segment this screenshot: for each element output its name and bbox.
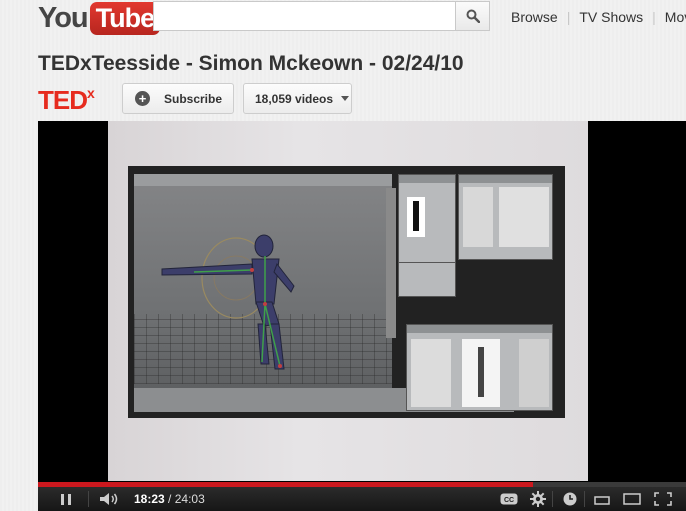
search-button[interactable] [455,1,490,31]
video-content-viewport [134,174,392,406]
channel-logo-sup: x [87,85,95,101]
volume-button[interactable] [96,487,122,511]
svg-text:CC: CC [504,497,514,504]
subscribe-button[interactable]: + Subscribe [122,83,234,114]
nav-movies[interactable]: Mov [665,9,686,25]
channel-logo[interactable]: TED x [38,85,95,115]
video-content-screen [128,166,565,418]
search-icon [466,9,480,23]
pause-icon [59,493,73,505]
content-panel [398,262,456,297]
plus-icon: + [135,91,150,106]
nav-tv-shows[interactable]: TV Shows [579,9,643,25]
duration: 24:03 [174,492,205,506]
search-input[interactable] [154,2,455,30]
content-panel [458,174,553,260]
video-frame [108,121,588,481]
current-time: 18:23 [134,492,165,506]
gear-icon [530,491,546,507]
logo-tube-text: Tube [89,1,161,35]
channel-videos-button[interactable]: 18,059 videos [243,83,352,114]
videos-count-label: 18,059 videos [255,91,334,106]
video-title: TEDxTeesside - Simon Mckeown - 02/24/10 [38,52,464,75]
volume-icon [100,493,118,505]
top-nav: Browse | TV Shows | Mov [511,9,686,25]
watch-later-button[interactable] [558,487,582,511]
logo-you-text: You [38,1,89,34]
captions-button[interactable]: CC [498,487,520,511]
pause-button[interactable] [52,487,80,511]
nav-separator: | [652,9,656,25]
time-separator: / [168,492,172,506]
subscribe-label: Subscribe [164,91,223,106]
settings-button[interactable] [526,487,550,511]
chevron-down-icon [341,96,350,101]
fullscreen-icon [654,492,672,506]
search-box[interactable] [153,1,455,31]
animation-figure-image [161,234,295,370]
video-player[interactable]: 18:23 / 24:03 CC [38,121,686,511]
small-player-icon [594,496,610,505]
content-panel [406,324,553,411]
large-player-button[interactable] [620,487,644,511]
nav-browse[interactable]: Browse [511,9,558,25]
clock-icon [563,492,577,506]
large-player-icon [623,493,641,505]
closed-captions-icon: CC [500,493,518,505]
default-view-button[interactable] [590,487,614,511]
player-controls: 18:23 / 24:03 CC [38,487,686,511]
channel-logo-main: TED [38,85,88,115]
time-display: 18:23 / 24:03 [134,492,205,506]
youtube-logo[interactable]: You Tube [38,0,161,36]
content-panel [398,174,456,269]
nav-separator: | [566,9,571,25]
fullscreen-button[interactable] [650,487,676,511]
